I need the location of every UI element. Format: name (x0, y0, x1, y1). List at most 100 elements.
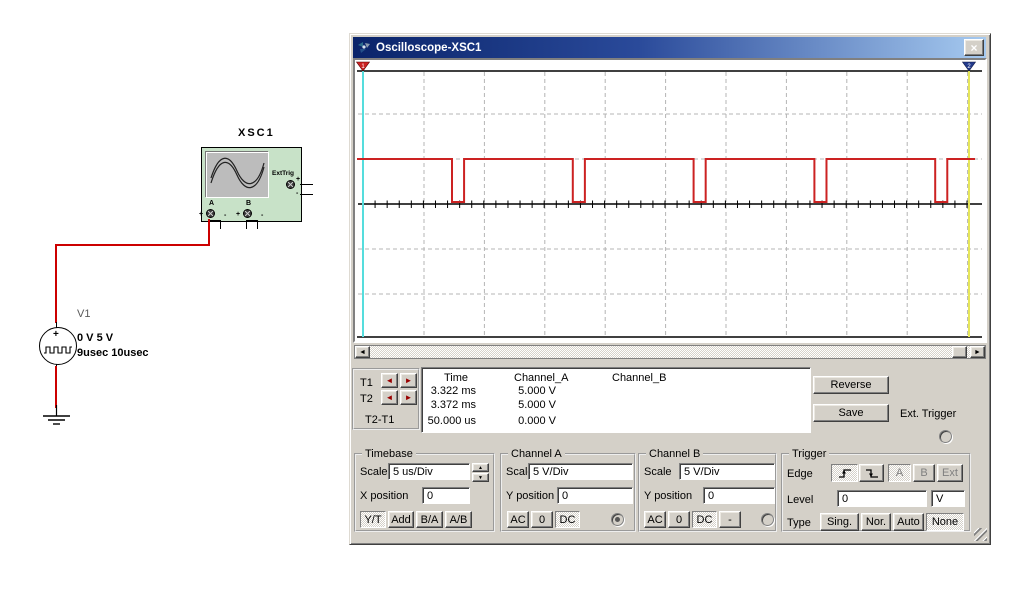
cursor-readout-display: Time Channel_A Channel_B 3.322 ms 5.000 … (421, 367, 811, 433)
channel-a-terminal-label: A (209, 200, 214, 207)
t2t1-ch-a: 0.000 V (492, 415, 556, 427)
close-button[interactable]: × (964, 39, 984, 56)
scroll-left-icon: ◄ (359, 349, 366, 356)
t1-left-button[interactable]: ◄ (381, 373, 398, 388)
falling-edge-icon (865, 468, 879, 479)
t1-label: T1 (360, 377, 373, 389)
channel-b-group: Channel B Scale 5 V/Div Y position 0 AC … (638, 453, 777, 532)
timebase-add-button[interactable]: Add (388, 511, 414, 528)
cursor-control-panel: T1 ◄ ► T2 ◄ ► T2-T1 (352, 368, 420, 430)
col-header-channel-a: Channel_A (514, 372, 568, 384)
oscilloscope-graph[interactable]: 12 (355, 60, 985, 341)
pin-a-bridge (209, 220, 221, 221)
wire-a-vertical (208, 219, 210, 246)
trigger-type-auto-button[interactable]: Auto (893, 513, 924, 531)
t1-time: 3.322 ms (422, 385, 476, 397)
v1-source[interactable]: + (39, 327, 77, 365)
trigger-title: Trigger (789, 448, 829, 460)
channel-b-terminal-icon[interactable] (242, 208, 253, 219)
minus-label: - (728, 514, 732, 526)
save-button[interactable]: Save (813, 404, 889, 422)
timebase-group: Timebase Scale 5 us/Div ▲ ▼ X position 0… (354, 453, 495, 532)
t2-left-button[interactable]: ◄ (381, 390, 398, 405)
pin-b-minus (257, 220, 258, 229)
timebase-scale-spin-down[interactable]: ▼ (472, 473, 489, 482)
channel-a-ac-button[interactable]: AC (507, 511, 529, 528)
pin-b-plus (246, 220, 247, 229)
trigger-group: Trigger Edge A B Ext Level 0 (781, 453, 971, 532)
ext-trig-label: ExtTrig (272, 170, 294, 177)
trigger-source-a-button[interactable]: A (888, 464, 911, 482)
channel-a-title: Channel A (508, 448, 565, 460)
dc-label: DC (560, 514, 576, 526)
oscilloscope-component[interactable]: ExtTrig + - A B (201, 147, 302, 222)
timebase-yt-button[interactable]: Y/T (360, 511, 386, 528)
timebase-xpos-input[interactable]: 0 (422, 487, 470, 504)
channel-b-terminal-label: B (246, 200, 251, 207)
close-icon: × (970, 41, 977, 55)
scroll-left-button[interactable]: ◄ (355, 346, 370, 358)
save-button-label: Save (838, 407, 863, 419)
pin-a-minus (220, 220, 221, 229)
trigger-type-sing-button[interactable]: Sing. (820, 513, 859, 531)
trigger-type-nor-button[interactable]: Nor. (861, 513, 891, 531)
falling-edge-button[interactable] (859, 464, 884, 482)
channel-a-ypos-input[interactable]: 0 (557, 487, 633, 504)
trigger-type-none-button[interactable]: None (926, 513, 964, 531)
channel-b-zero-button[interactable]: 0 (668, 511, 690, 528)
channel-b-ypos-input[interactable]: 0 (703, 487, 775, 504)
schematic-area: XSC1 ExtTrig + - A B (0, 0, 349, 599)
col-header-channel-b: Channel_B (612, 372, 666, 384)
reverse-button[interactable]: Reverse (813, 376, 889, 394)
channel-a-scale-input[interactable]: 5 V/Div (528, 463, 633, 480)
resize-grip[interactable] (974, 528, 987, 541)
channel-b-minus-button[interactable]: - (719, 511, 741, 528)
channel-b-ac-button[interactable]: AC (644, 511, 666, 528)
rising-edge-button[interactable] (831, 464, 858, 482)
timebase-scale-input[interactable]: 5 us/Div (388, 463, 470, 480)
graph-hscrollbar[interactable]: ◄ ► (354, 345, 986, 359)
channel-b-dc-button[interactable]: DC (692, 511, 717, 528)
ext-trig-terminal-icon[interactable] (285, 179, 296, 190)
timebase-scale-spin-up[interactable]: ▲ (472, 463, 489, 472)
t1-right-button[interactable]: ► (400, 373, 417, 388)
trigger-source-ext-button[interactable]: Ext (937, 464, 963, 482)
timebase-ab-button[interactable]: A/B (445, 511, 472, 528)
graph-frame: 12 (353, 58, 987, 343)
window-title: Oscilloscope-XSC1 (376, 42, 481, 54)
scope-ref-label: XSC1 (238, 127, 275, 139)
channel-b-title: Channel B (646, 448, 703, 460)
ground-symbol[interactable] (41, 405, 72, 427)
trigger-level-unit[interactable]: V (931, 490, 965, 507)
add-label: Add (391, 514, 411, 526)
trigger-level-value: 0 (842, 493, 848, 505)
dc-label: DC (697, 514, 713, 526)
ab-label: A/B (450, 514, 468, 526)
reverse-button-label: Reverse (831, 379, 872, 391)
ba-label: B/A (421, 514, 439, 526)
t1-left-icon: ◄ (386, 376, 394, 385)
ext-trigger-connector[interactable] (939, 430, 952, 443)
title-bar: Oscilloscope-XSC1 × (353, 37, 986, 58)
trigger-source-b-button[interactable]: B (913, 464, 935, 482)
t2-left-icon: ◄ (386, 393, 394, 402)
sing-label: Sing. (827, 516, 852, 528)
channel-a-probe-dot (615, 517, 620, 522)
timebase-xpos-label: X position (360, 490, 408, 502)
t1-ch-a: 5.000 V (492, 385, 556, 397)
timebase-ba-button[interactable]: B/A (416, 511, 443, 528)
v1-value-line2: 9usec 10usec (77, 347, 149, 359)
channel-a-zero-button[interactable]: 0 (531, 511, 553, 528)
t2-right-button[interactable]: ► (400, 390, 417, 405)
trigger-level-input[interactable]: 0 (837, 490, 927, 507)
channel-a-terminal-icon[interactable] (205, 208, 216, 219)
scroll-right-button[interactable]: ► (970, 346, 985, 358)
channel-b-scale-input[interactable]: 5 V/Div (679, 463, 775, 480)
scroll-thumb[interactable] (952, 346, 967, 358)
timebase-scale-value: 5 us/Div (393, 466, 433, 478)
rising-edge-icon (838, 468, 852, 479)
t2-ch-a: 5.000 V (492, 399, 556, 411)
timebase-xpos-value: 0 (427, 490, 433, 502)
spin-down-icon: ▼ (478, 475, 483, 481)
channel-a-dc-button[interactable]: DC (555, 511, 580, 528)
